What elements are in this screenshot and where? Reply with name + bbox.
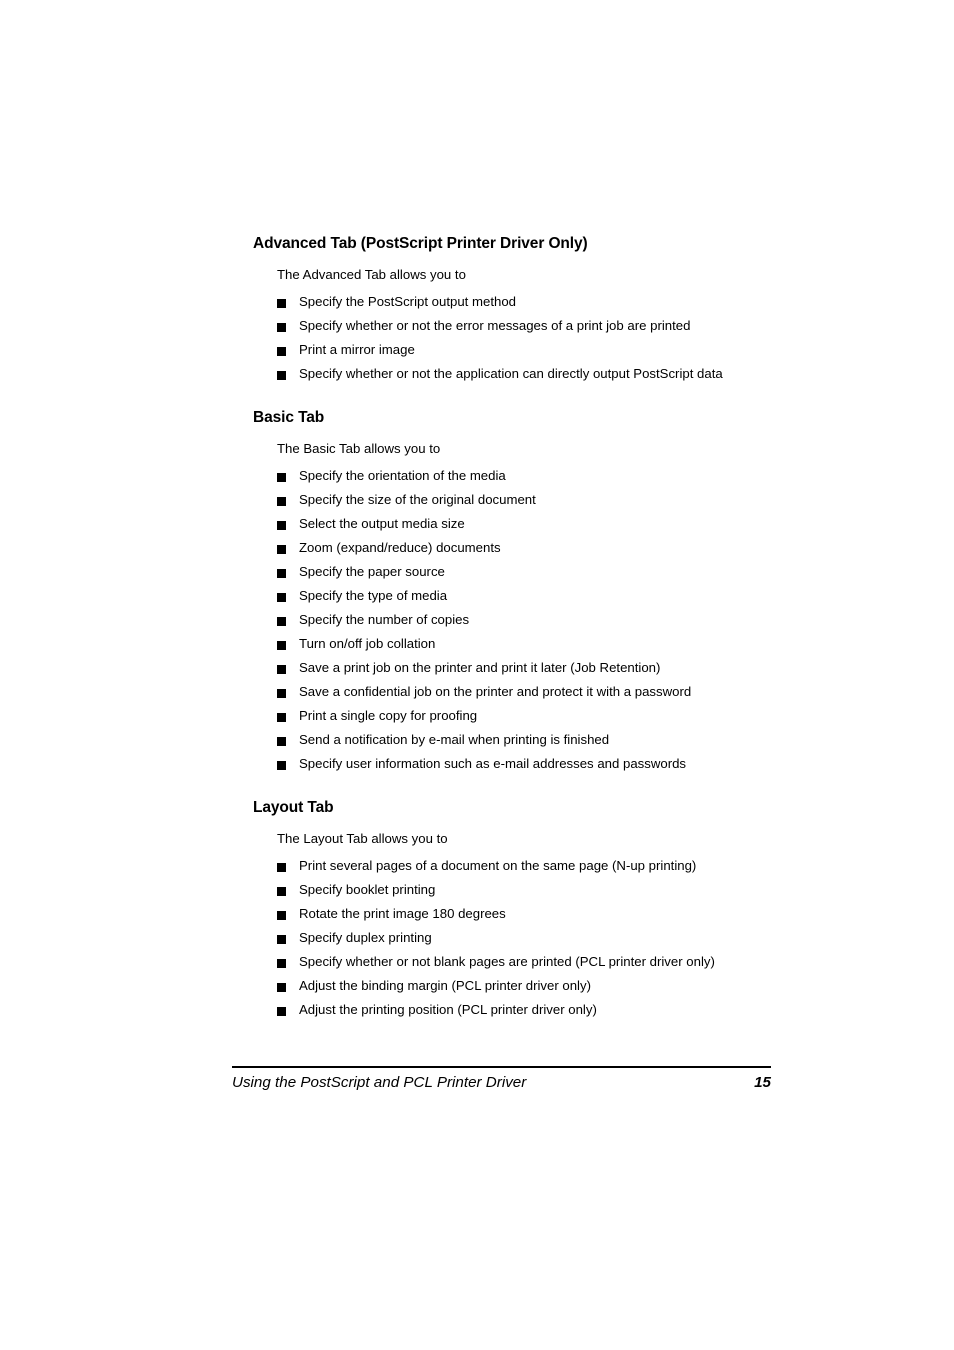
square-bullet-icon [277,887,286,896]
section-heading: Basic Tab [253,409,325,426]
square-bullet-icon [277,863,286,872]
bullet-list: Specify the PostScript output method Spe… [253,289,773,385]
square-bullet-icon [277,761,286,770]
list-item-label: Specify duplex printing [299,929,432,945]
list-item-label: Specify the PostScript output method [299,293,516,309]
square-bullet-icon [277,713,286,722]
list-item-label: Adjust the printing position (PCL printe… [299,1001,597,1017]
document-page: Advanced Tab (PostScript Printer Driver … [0,0,954,1350]
square-bullet-icon [277,1007,286,1016]
square-bullet-icon [277,641,286,650]
list-item-label: Turn on/off job collation [299,635,436,651]
footer-divider [232,1066,771,1068]
page-number: 15 [754,1073,771,1091]
section-layout-tab: Layout Tab The Layout Tab allows you to … [253,798,773,1021]
list-item-label: Specify the number of copies [299,611,470,627]
list-item-label: Specify whether or not the error message… [299,317,691,333]
list-item: Specify the size of the original documen… [277,487,773,511]
list-item: Print several pages of a document on the… [277,853,773,877]
list-item: Specify the PostScript output method [277,289,773,313]
square-bullet-icon [277,497,286,506]
list-item: Rotate the print image 180 degrees [277,901,773,925]
page-footer: Using the PostScript and PCL Printer Dri… [232,1066,771,1093]
footer-row: Using the PostScript and PCL Printer Dri… [232,1073,771,1093]
square-bullet-icon [277,347,286,356]
section-intro-text: The Basic Tab allows you to [277,441,441,456]
list-item: Save a print job on the printer and prin… [277,655,773,679]
list-item-label: Zoom (expand/reduce) documents [299,539,501,555]
list-item: Specify the orientation of the media [277,463,773,487]
square-bullet-icon [277,737,286,746]
square-bullet-icon [277,473,286,482]
square-bullet-icon [277,935,286,944]
list-item-label: Specify booklet printing [299,881,436,897]
list-item: Specify duplex printing [277,925,773,949]
list-item: Send a notification by e-mail when print… [277,727,773,751]
list-item: Specify the type of media [277,583,773,607]
list-item: Print a mirror image [277,337,773,361]
list-item: Specify the number of copies [277,607,773,631]
list-item: Adjust the binding margin (PCL printer d… [277,973,773,997]
square-bullet-icon [277,323,286,332]
square-bullet-icon [277,593,286,602]
list-item-label: Print several pages of a document on the… [299,857,697,873]
square-bullet-icon [277,299,286,308]
list-item-label: Specify user information such as e-mail … [299,755,687,771]
list-item: Print a single copy for proofing [277,703,773,727]
square-bullet-icon [277,959,286,968]
section-intro-text: The Layout Tab allows you to [277,831,448,846]
list-item-label: Save a print job on the printer and prin… [299,659,661,675]
page-content: Advanced Tab (PostScript Printer Driver … [253,234,773,1021]
square-bullet-icon [277,545,286,554]
list-item: Save a confidential job on the printer a… [277,679,773,703]
bullet-list: Print several pages of a document on the… [253,853,773,1021]
list-item: Specify whether or not the error message… [277,313,773,337]
list-item-label: Rotate the print image 180 degrees [299,905,506,921]
list-item: Specify booklet printing [277,877,773,901]
square-bullet-icon [277,569,286,578]
list-item-label: Print a single copy for proofing [299,707,478,723]
list-item: Specify whether or not the application c… [277,361,773,385]
square-bullet-icon [277,617,286,626]
square-bullet-icon [277,689,286,698]
section-basic-tab: Basic Tab The Basic Tab allows you to Sp… [253,408,773,775]
list-item: Select the output media size [277,511,773,535]
square-bullet-icon [277,371,286,380]
section-advanced-tab: Advanced Tab (PostScript Printer Driver … [253,234,773,385]
list-item-label: Specify whether or not the application c… [299,365,723,381]
list-item: Adjust the printing position (PCL printe… [277,997,773,1021]
list-item: Specify user information such as e-mail … [277,751,773,775]
list-item: Zoom (expand/reduce) documents [277,535,773,559]
square-bullet-icon [277,521,286,530]
list-item-label: Save a confidential job on the printer a… [299,683,692,699]
list-item-label: Specify the type of media [299,587,448,603]
square-bullet-icon [277,983,286,992]
square-bullet-icon [277,665,286,674]
section-heading: Layout Tab [253,799,334,816]
list-item-label: Specify the orientation of the media [299,467,506,483]
list-item-label: Specify the size of the original documen… [299,491,536,507]
list-item-label: Specify the paper source [299,563,445,579]
section-heading: Advanced Tab (PostScript Printer Driver … [253,235,588,252]
section-intro-text: The Advanced Tab allows you to [277,267,466,282]
list-item-label: Print a mirror image [299,341,415,357]
footer-title: Using the PostScript and PCL Printer Dri… [232,1073,527,1091]
list-item: Turn on/off job collation [277,631,773,655]
list-item: Specify the paper source [277,559,773,583]
list-item-label: Specify whether or not blank pages are p… [299,953,715,969]
list-item-label: Adjust the binding margin (PCL printer d… [299,977,591,993]
list-item: Specify whether or not blank pages are p… [277,949,773,973]
bullet-list: Specify the orientation of the media Spe… [253,463,773,775]
list-item-label: Select the output media size [299,515,465,531]
list-item-label: Send a notification by e-mail when print… [299,731,610,747]
square-bullet-icon [277,911,286,920]
